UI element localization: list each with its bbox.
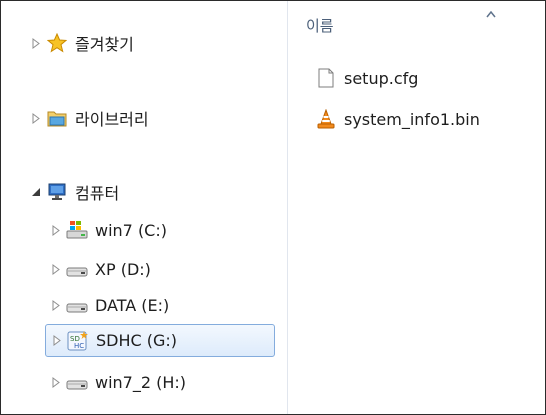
drive-label: win7 (C:) (95, 220, 167, 240)
expand-arrow-icon[interactable] (50, 334, 64, 348)
svg-text:HC: HC (74, 342, 84, 350)
file-list-pane: 이름 setup.cfg system_info1.bin (288, 1, 545, 414)
nav-label-computer: 컴퓨터 (75, 184, 120, 203)
expand-arrow-icon[interactable] (49, 223, 63, 237)
nav-label-favorites: 즐겨찾기 (75, 35, 134, 54)
expand-arrow-icon[interactable] (29, 111, 43, 125)
nav-item-drive-c[interactable]: win7 (C:) (49, 214, 167, 246)
hard-drive-icon (66, 372, 88, 392)
nav-item-computer[interactable]: 컴퓨터 (29, 176, 119, 208)
sort-ascending-icon (486, 3, 496, 22)
drive-label: XP (D:) (95, 259, 151, 279)
library-folder-icon (46, 108, 68, 128)
hard-drive-icon (66, 295, 88, 315)
drive-label: DATA (E:) (95, 295, 170, 315)
nav-item-drive-h[interactable]: win7_2 (H:) (49, 366, 186, 398)
drive-label: SDHC (G:) (96, 331, 178, 350)
expand-arrow-icon[interactable] (49, 298, 63, 312)
expand-arrow-icon[interactable] (49, 262, 63, 276)
navigation-pane: 즐겨찾기 라이브러리 컴퓨터 win7 (C:) XP (D:) DATA (E… (1, 1, 287, 414)
computer-icon (46, 182, 68, 202)
vlc-cone-icon (316, 109, 336, 129)
collapse-arrow-icon[interactable] (29, 185, 43, 199)
sdhc-card-icon: SD HC (67, 330, 89, 351)
nav-item-drive-g[interactable]: SD HC SDHC (G:) (45, 324, 275, 357)
hard-drive-icon (66, 259, 88, 279)
expand-arrow-icon[interactable] (29, 36, 43, 50)
nav-item-drive-e[interactable]: DATA (E:) (49, 289, 169, 321)
nav-label-libraries: 라이브러리 (75, 110, 149, 129)
drive-label: win7_2 (H:) (95, 372, 187, 392)
explorer-window: 즐겨찾기 라이브러리 컴퓨터 win7 (C:) XP (D:) DATA (E… (0, 0, 546, 415)
file-item-system-info1-bin[interactable]: system_info1.bin (316, 106, 480, 132)
windows-drive-icon (66, 220, 88, 240)
nav-item-favorites[interactable]: 즐겨찾기 (29, 27, 134, 59)
nav-item-drive-d[interactable]: XP (D:) (49, 253, 151, 285)
nav-item-libraries[interactable]: 라이브러리 (29, 102, 149, 134)
expand-arrow-icon[interactable] (49, 375, 63, 389)
document-file-icon (316, 68, 336, 88)
file-item-setup-cfg[interactable]: setup.cfg (316, 65, 418, 91)
file-name: system_info1.bin (344, 109, 480, 129)
column-header-name[interactable]: 이름 (306, 15, 334, 36)
star-icon (46, 33, 68, 53)
file-name: setup.cfg (344, 68, 419, 88)
